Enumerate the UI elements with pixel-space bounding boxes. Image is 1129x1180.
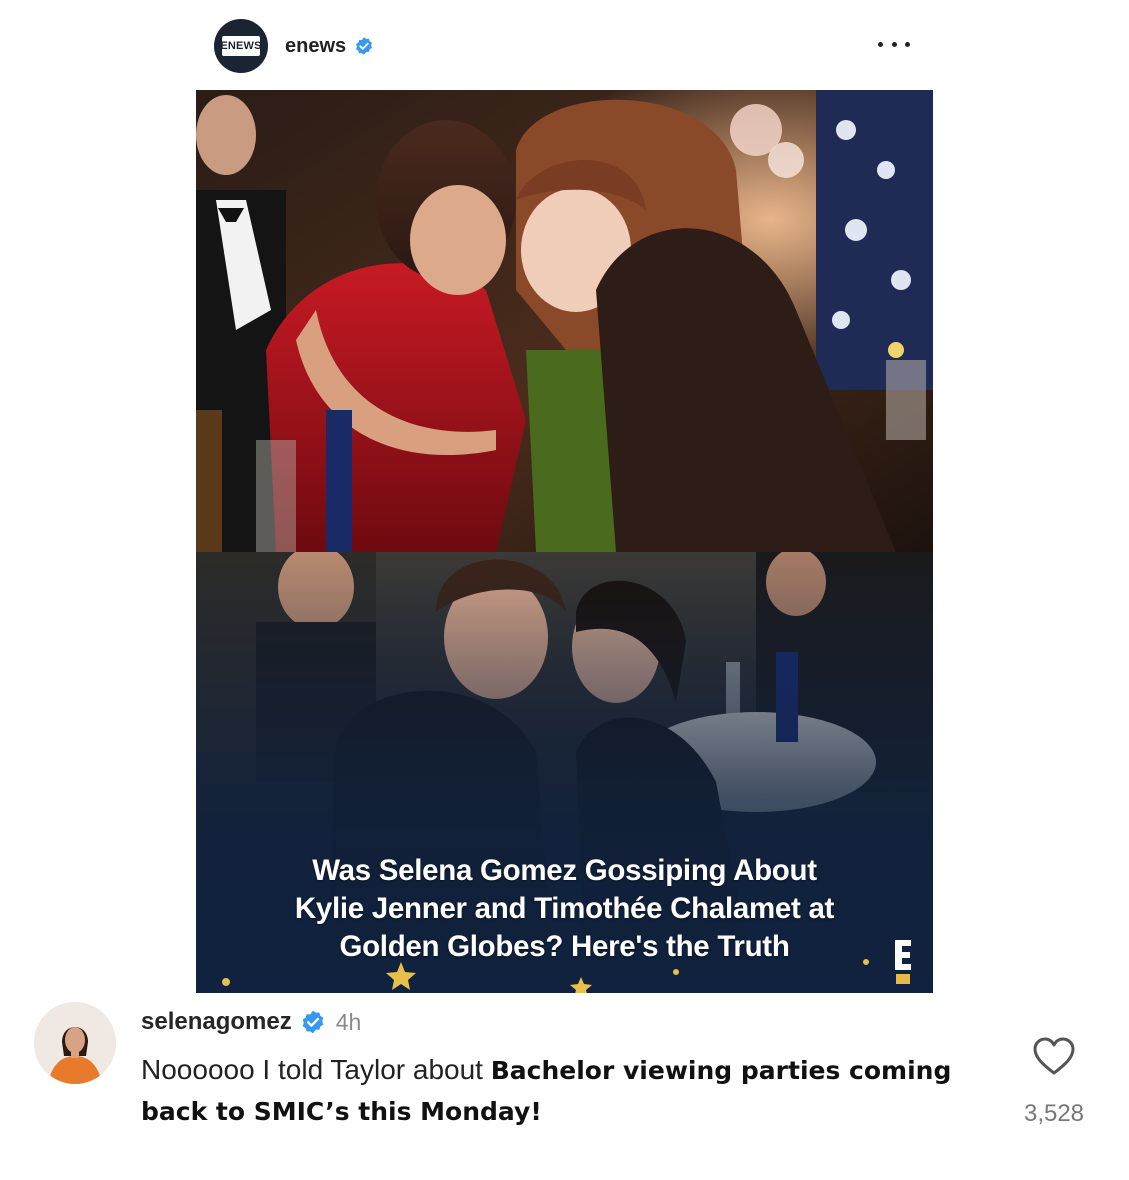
headline-line: Kylie Jenner and Timothée Chalamet at	[294, 892, 835, 925]
headline-line: Golden Globes? Here's the Truth	[339, 930, 790, 963]
e-network-logo	[895, 940, 911, 984]
post-headline: Was Selena Gomez Gossiping About Kylie J…	[196, 852, 933, 966]
comment-username[interactable]: selenagomez	[141, 1008, 292, 1036]
headline-line: Was Selena Gomez Gossiping About	[312, 854, 817, 887]
comment-like-count: 3,528	[1023, 1100, 1085, 1127]
heart-outline-icon[interactable]	[1032, 1036, 1076, 1076]
comment-text-regular: Noooooo I told Taylor about	[141, 1054, 491, 1085]
more-dot-icon	[891, 41, 897, 47]
comment: selenagomez 4h Noooooo I told Taylor abo…	[34, 1002, 1114, 1152]
enews-logo: ENEWS	[222, 36, 260, 56]
verified-badge-icon	[356, 37, 373, 55]
more-dot-icon	[878, 41, 883, 47]
comment-text: Noooooo I told Taylor about Bachelor vie…	[141, 1050, 971, 1132]
verified-badge-icon	[302, 1010, 324, 1034]
photo-selena-taylor	[196, 90, 933, 552]
more-options-button[interactable]	[878, 32, 910, 56]
instagram-post-screenshot: ENEWS enews Was Selena Gomez Gossiping A…	[0, 0, 1129, 1180]
comment-meta: selenagomez 4h	[141, 1008, 361, 1036]
enews-avatar[interactable]: ENEWS	[214, 19, 268, 73]
post-username[interactable]: enews	[285, 35, 346, 58]
selenagomez-avatar[interactable]	[34, 1002, 116, 1084]
post-image[interactable]: Was Selena Gomez Gossiping About Kylie J…	[196, 90, 933, 993]
post-header: ENEWS enews	[214, 18, 934, 74]
comment-timestamp: 4h	[335, 1008, 362, 1035]
more-dot-icon	[905, 41, 910, 47]
